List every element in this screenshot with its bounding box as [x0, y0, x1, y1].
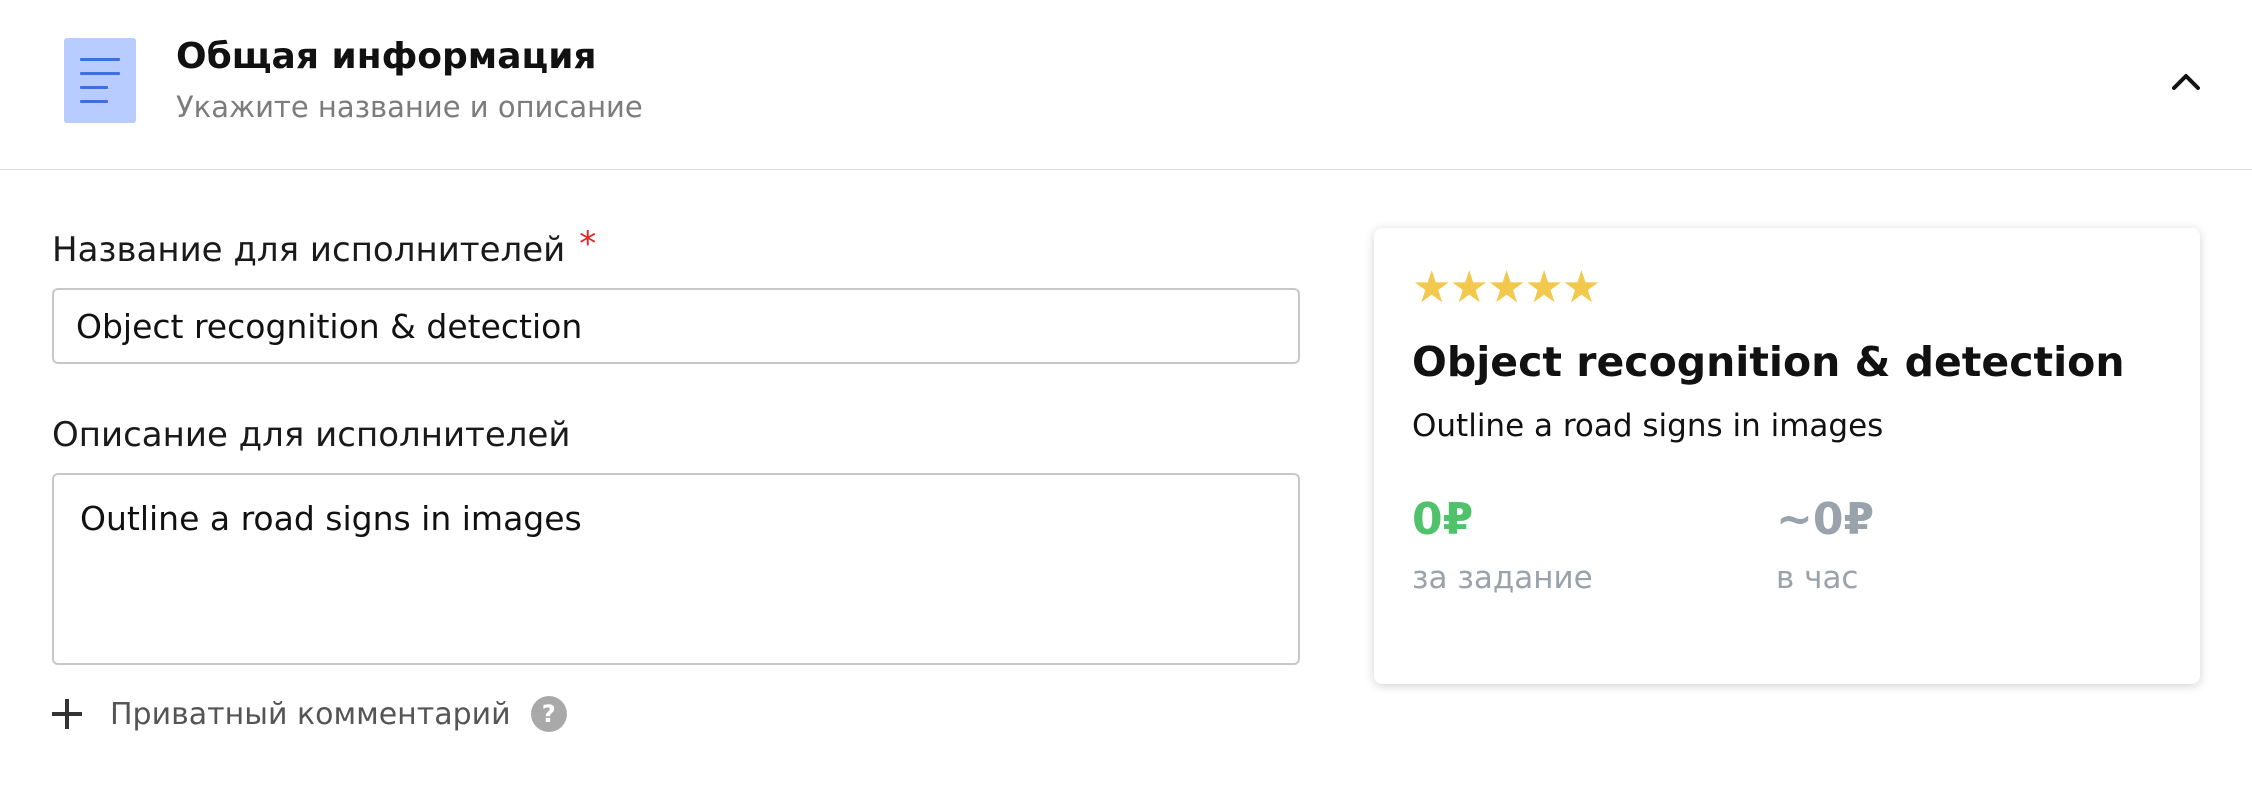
- required-mark: *: [579, 224, 597, 264]
- price-per-task: 0₽: [1412, 494, 1474, 545]
- price-per-hour-caption: в час: [1776, 560, 1859, 596]
- name-field-label-text: Название для исполнителей: [52, 230, 566, 270]
- preview-description: Outline a road signs in images: [1412, 408, 1884, 444]
- collapse-button[interactable]: [2160, 60, 2212, 102]
- section-title: Общая информация: [176, 36, 597, 77]
- document-lines-icon: [64, 38, 136, 123]
- private-comment-label: Приватный комментарий: [110, 696, 511, 732]
- description-field-label: Описание для исполнителей: [52, 415, 571, 455]
- section-header[interactable]: Общая информация Укажите название и опис…: [0, 0, 2252, 170]
- price-per-task-caption: за задание: [1412, 560, 1593, 596]
- task-preview-card: ★★★★★ Object recognition & detection Out…: [1374, 228, 2200, 684]
- add-private-comment-button[interactable]: Приватный комментарий ?: [52, 690, 567, 738]
- section-subtitle: Укажите название и описание: [176, 90, 643, 124]
- rating-stars: ★★★★★: [1412, 262, 1601, 313]
- name-field-label: Название для исполнителей *: [52, 224, 596, 270]
- preview-title: Object recognition & detection: [1412, 338, 2125, 386]
- chevron-up-icon: [2172, 74, 2200, 90]
- plus-icon: [52, 699, 82, 729]
- name-input[interactable]: [52, 288, 1300, 364]
- help-icon[interactable]: ?: [530, 696, 567, 732]
- description-textarea[interactable]: Outline a road signs in images: [52, 473, 1300, 665]
- price-per-hour: ~0₽: [1776, 494, 1875, 545]
